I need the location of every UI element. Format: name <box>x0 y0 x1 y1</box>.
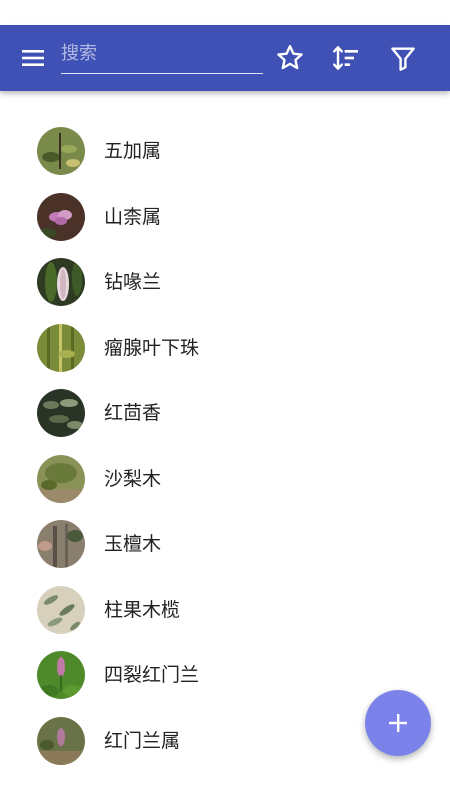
list-item[interactable]: 红茴香 <box>0 380 450 446</box>
plant-name: 四裂红门兰 <box>104 664 200 686</box>
plant-name: 红茴香 <box>104 402 162 424</box>
search-field[interactable] <box>61 35 263 74</box>
plant-thumbnail <box>37 716 85 765</box>
plant-thumbnail <box>37 651 85 699</box>
plant-thumbnail <box>37 127 85 175</box>
list-item[interactable]: 沙梨木 <box>0 446 450 512</box>
filter-icon <box>391 47 415 71</box>
plus-icon <box>389 714 407 732</box>
star-outline-icon <box>277 45 303 70</box>
menu-icon <box>22 50 44 66</box>
plant-thumbnail <box>37 454 85 503</box>
list-item[interactable]: 柱果木榄 <box>0 577 450 643</box>
plant-thumbnail <box>37 323 85 372</box>
list-item[interactable]: 瘤腺叶下珠 <box>0 315 450 381</box>
plant-name: 山柰属 <box>104 205 162 228</box>
plant-thumbnail <box>37 389 85 437</box>
plant-name: 柱果木榄 <box>104 598 181 621</box>
plant-name: 瘤腺叶下珠 <box>104 336 200 359</box>
plant-thumbnail <box>37 520 85 568</box>
list-item[interactable]: 山柰属 <box>0 184 450 250</box>
search-input[interactable] <box>61 35 263 71</box>
plant-list: 五加属 山柰属 钻喙兰 瘤腺叶下珠 红茴香 沙梨木 玉檀木 柱果木榄 四裂红门兰… <box>0 118 450 773</box>
sort-button[interactable] <box>330 42 362 74</box>
plant-name: 玉檀木 <box>104 533 162 555</box>
plant-name: 红门兰属 <box>104 729 181 752</box>
plant-thumbnail <box>37 585 85 634</box>
filter-button[interactable] <box>387 42 419 74</box>
list-item[interactable]: 玉檀木 <box>0 511 450 577</box>
plant-name: 五加属 <box>104 140 162 162</box>
plant-name: 沙梨木 <box>104 467 162 490</box>
status-bar <box>0 0 450 25</box>
list-item[interactable]: 钻喙兰 <box>0 249 450 315</box>
app-bar <box>0 25 450 91</box>
menu-button[interactable] <box>16 43 50 73</box>
plant-thumbnail <box>37 258 85 306</box>
list-item[interactable]: 五加属 <box>0 118 450 184</box>
plant-thumbnail <box>37 192 85 241</box>
favorites-button[interactable] <box>274 42 306 74</box>
add-button[interactable] <box>365 690 431 756</box>
plant-name: 钻喙兰 <box>104 271 162 293</box>
sort-icon <box>333 46 358 70</box>
